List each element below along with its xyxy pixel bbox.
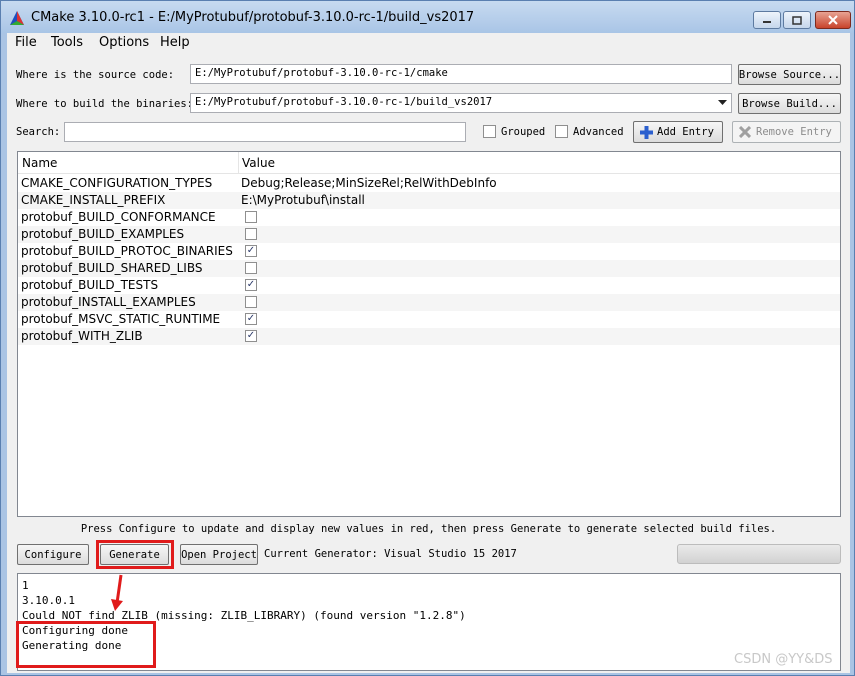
entry-value-checkbox[interactable] <box>245 262 257 274</box>
source-path-input[interactable]: E:/MyProtubuf/protobuf-3.10.0-rc-1/cmake <box>190 64 732 84</box>
remove-entry-label: Remove Entry <box>756 126 832 138</box>
add-entry-label: Add Entry <box>657 126 714 138</box>
browse-source-button[interactable]: Browse Source... <box>738 64 841 85</box>
close-icon <box>828 15 838 25</box>
entry-name: protobuf_BUILD_CONFORMANCE <box>21 210 216 224</box>
entry-name: protobuf_INSTALL_EXAMPLES <box>21 295 196 309</box>
search-label: Search: <box>16 126 61 138</box>
output-highlight-box <box>16 621 156 668</box>
generate-highlight-box <box>96 540 174 569</box>
entry-name: protobuf_BUILD_SHARED_LIBS <box>21 261 203 275</box>
table-row[interactable]: protobuf_BUILD_PROTOC_BINARIES ✓ <box>18 243 840 260</box>
output-line: 3.10.0.1 <box>22 594 75 607</box>
table-row[interactable]: protobuf_WITH_ZLIB ✓ <box>18 328 840 345</box>
search-input[interactable] <box>64 122 466 142</box>
red-arrow-annotation <box>111 574 123 611</box>
maximize-button[interactable] <box>783 11 811 29</box>
entry-name: CMAKE_CONFIGURATION_TYPES <box>21 176 213 190</box>
entry-value-checkbox[interactable] <box>245 228 257 240</box>
entry-name: protobuf_BUILD_PROTOC_BINARIES <box>21 244 233 258</box>
entry-name: protobuf_BUILD_EXAMPLES <box>21 227 185 241</box>
minimize-button[interactable] <box>753 11 781 29</box>
entry-value-checkbox[interactable]: ✓ <box>245 330 257 342</box>
entry-name: protobuf_WITH_ZLIB <box>21 329 143 343</box>
build-path-combobox[interactable]: E:/MyProtubuf/protobuf-3.10.0-rc-1/build… <box>190 93 732 113</box>
table-row[interactable]: protobuf_INSTALL_EXAMPLES <box>18 294 840 311</box>
advanced-label: Advanced <box>573 126 624 138</box>
entry-name: protobuf_MSVC_STATIC_RUNTIME <box>21 312 221 326</box>
window-title: CMake 3.10.0-rc1 - E:/MyProtubuf/protobu… <box>31 10 475 25</box>
cache-table[interactable]: Name Value CMAKE_CONFIGURATION_TYPES Debu… <box>17 151 841 517</box>
maximize-icon <box>792 15 802 25</box>
entry-name: CMAKE_INSTALL_PREFIX <box>21 193 166 207</box>
open-project-button[interactable]: Open Project <box>180 544 258 565</box>
cmake-window: CMake 3.10.0-rc1 - E:/MyProtubuf/protobu… <box>0 0 855 676</box>
table-row[interactable]: CMAKE_INSTALL_PREFIX E:\MyProtubuf\instal… <box>18 192 840 209</box>
advanced-checkbox[interactable] <box>555 125 568 138</box>
current-generator-label: Current Generator: Visual Studio 15 2017 <box>264 548 517 560</box>
chevron-down-icon[interactable] <box>718 100 727 106</box>
table-row[interactable]: protobuf_MSVC_STATIC_RUNTIME ✓ <box>18 311 840 328</box>
remove-x-icon <box>739 126 751 138</box>
entry-value-checkbox[interactable] <box>245 211 257 223</box>
menu-help[interactable]: Help <box>160 35 190 50</box>
entry-value-checkbox[interactable]: ✓ <box>245 279 257 291</box>
grouped-checkbox[interactable] <box>483 125 496 138</box>
source-label: Where is the source code: <box>16 69 175 81</box>
title-bar[interactable]: CMake 3.10.0-rc1 - E:/MyProtubuf/protobu… <box>1 1 854 33</box>
entry-value[interactable]: Debug;Release;MinSizeRel;RelWithDebInfo <box>241 176 497 190</box>
progress-bar <box>677 544 841 564</box>
entry-name: protobuf_BUILD_TESTS <box>21 278 159 292</box>
table-row[interactable]: protobuf_BUILD_CONFORMANCE <box>18 209 840 226</box>
cmake-logo-icon <box>10 11 24 25</box>
close-button[interactable] <box>815 11 851 29</box>
plus-icon <box>640 125 653 139</box>
output-line: 1 <box>22 579 29 592</box>
entry-value-checkbox[interactable]: ✓ <box>245 245 257 257</box>
add-entry-button[interactable]: Add Entry <box>633 121 723 143</box>
menu-tools[interactable]: Tools <box>51 35 83 50</box>
entry-value-checkbox[interactable] <box>245 296 257 308</box>
browse-build-button[interactable]: Browse Build... <box>738 93 841 114</box>
minimize-icon <box>763 21 771 23</box>
build-path-value: E:/MyProtubuf/protobuf-3.10.0-rc-1/build… <box>195 96 493 108</box>
remove-entry-button[interactable]: Remove Entry <box>732 121 841 143</box>
menu-bar: File Tools Options Help <box>7 33 850 53</box>
entry-value[interactable]: E:\MyProtubuf\install <box>241 193 365 207</box>
configure-button[interactable]: Configure <box>17 544 89 565</box>
column-divider[interactable] <box>238 152 239 174</box>
client-area: File Tools Options Help Where is the sou… <box>7 33 850 673</box>
menu-options[interactable]: Options <box>99 35 149 50</box>
entry-value-checkbox[interactable]: ✓ <box>245 313 257 325</box>
column-header-value[interactable]: Value <box>242 156 275 170</box>
table-row[interactable]: protobuf_BUILD_EXAMPLES <box>18 226 840 243</box>
table-row[interactable]: protobuf_BUILD_SHARED_LIBS <box>18 260 840 277</box>
build-label: Where to build the binaries: <box>16 98 194 110</box>
hint-text: Press Configure to update and display ne… <box>80 523 777 535</box>
table-header: Name Value <box>18 152 840 174</box>
menu-file[interactable]: File <box>15 35 37 50</box>
watermark: CSDN @YY&DS <box>734 652 833 667</box>
column-header-name[interactable]: Name <box>22 156 57 170</box>
table-row[interactable]: protobuf_BUILD_TESTS ✓ <box>18 277 840 294</box>
grouped-label: Grouped <box>501 126 546 138</box>
table-row[interactable]: CMAKE_CONFIGURATION_TYPES Debug;Release;M… <box>18 175 840 192</box>
